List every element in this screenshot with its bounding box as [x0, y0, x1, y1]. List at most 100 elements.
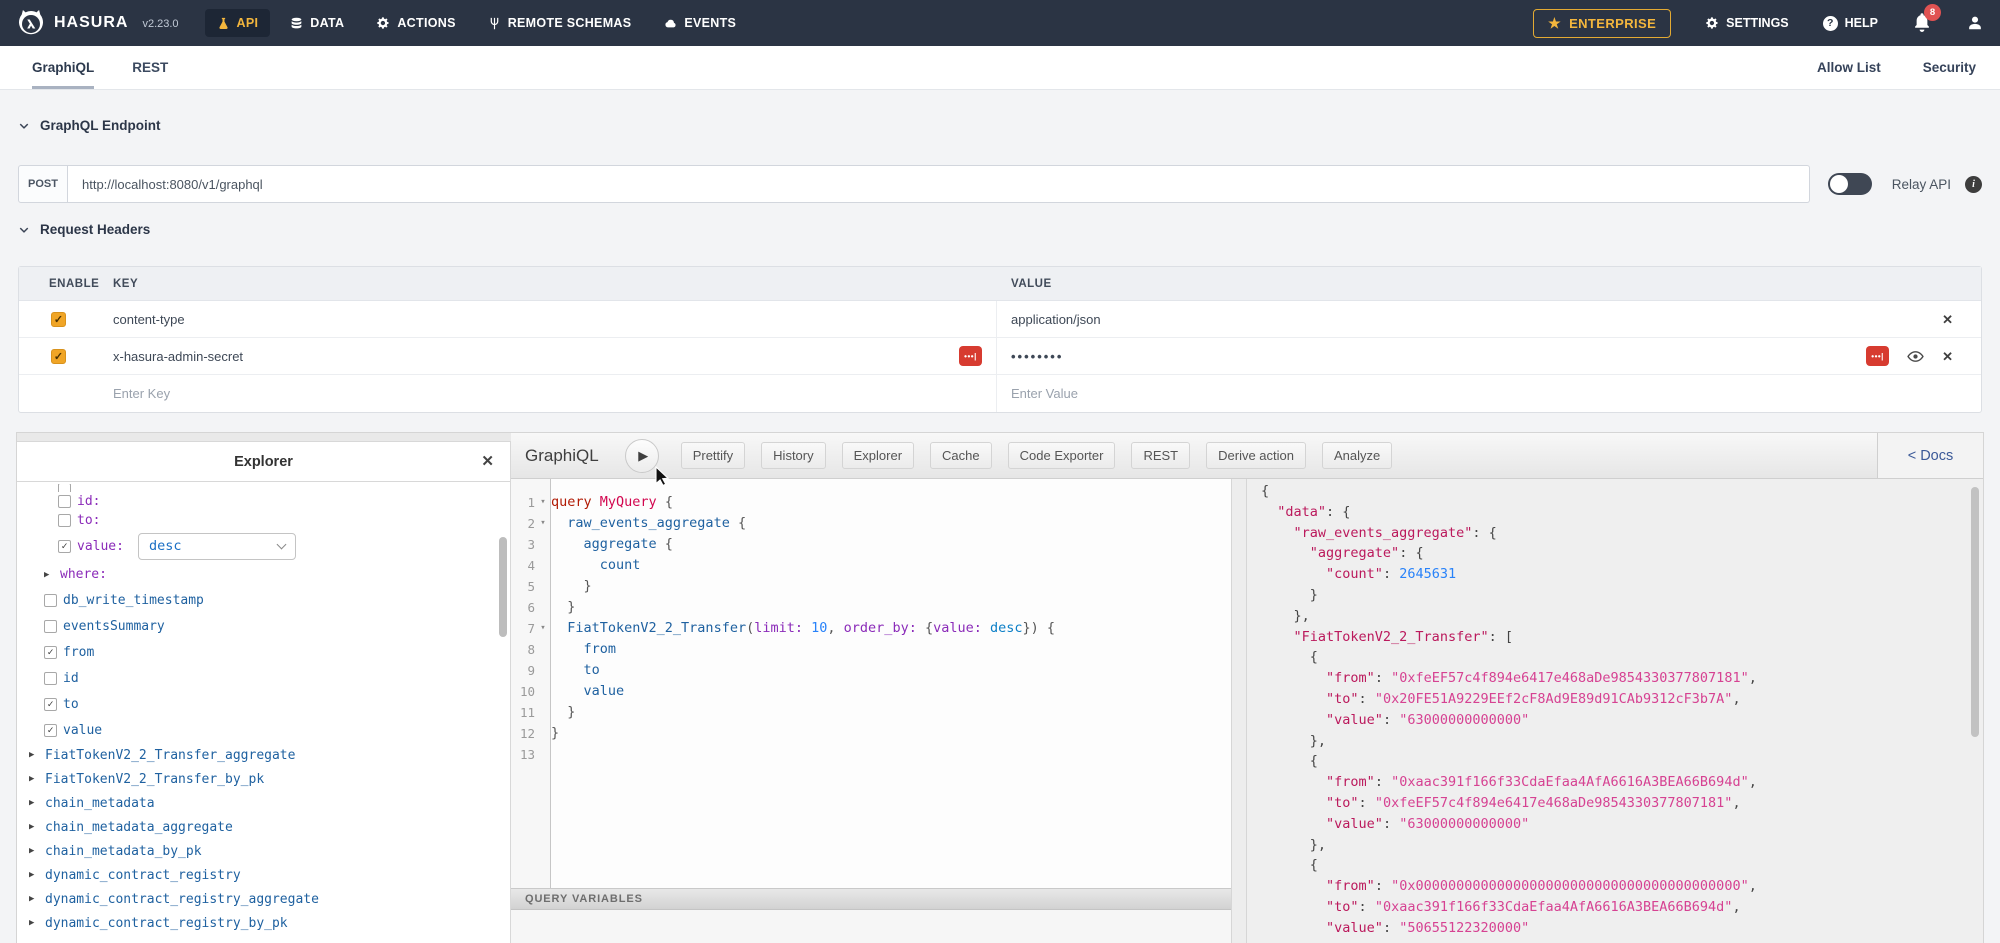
- link-security[interactable]: Security: [1923, 60, 1976, 75]
- cache-button[interactable]: Cache: [930, 442, 992, 469]
- new-value-input[interactable]: [1011, 386, 1593, 401]
- docs-button[interactable]: < Docs: [1877, 433, 1983, 478]
- password-manager-icon[interactable]: •••|: [959, 346, 982, 366]
- settings-button[interactable]: SETTINGS: [1705, 16, 1789, 30]
- explorer-tree-item[interactable]: ✓value: [17, 717, 510, 743]
- explorer-scrollbar[interactable]: [499, 537, 507, 637]
- explorer-tree-item[interactable]: ✓value:desc: [17, 530, 510, 562]
- line-number: 8: [511, 639, 535, 660]
- relay-api-toggle[interactable]: [1828, 173, 1872, 195]
- explorer-tree-item[interactable]: ▶chain_metadata: [17, 791, 510, 815]
- explorer-tree-item[interactable]: ▶dynamic_contract_registry_by_pk: [17, 911, 510, 935]
- password-manager-icon[interactable]: •••|: [959, 346, 996, 366]
- remove-header-icon[interactable]: ✕: [1942, 350, 1953, 363]
- rest-button[interactable]: REST: [1131, 442, 1190, 469]
- field-checkbox[interactable]: [58, 495, 71, 508]
- execute-query-button[interactable]: ▶: [625, 439, 659, 473]
- expand-arrow-icon: ▶: [29, 750, 39, 760]
- query-editor[interactable]: 1▾query MyQuery {2▾ raw_events_aggregate…: [511, 479, 1231, 943]
- field-checkbox[interactable]: [44, 594, 57, 607]
- fold-marker-icon[interactable]: ▾: [535, 513, 551, 534]
- enable-checkbox[interactable]: ✓: [51, 312, 66, 327]
- line-number: 11: [511, 702, 535, 723]
- password-manager-icon[interactable]: •••|: [1866, 346, 1889, 366]
- enterprise-button[interactable]: ★ ENTERPRISE: [1533, 9, 1671, 38]
- response-line: {: [1261, 481, 1983, 502]
- query-variables-bar[interactable]: QUERY VARIABLES: [511, 888, 1231, 910]
- header-value-text[interactable]: application/json: [1011, 312, 1101, 327]
- value-cell: application/json ✕: [997, 301, 1981, 337]
- explorer-tree-item[interactable]: db_write_timestamp: [17, 587, 510, 613]
- request-headers-section-header[interactable]: Request Headers: [18, 222, 150, 237]
- explorer-tree-item[interactable]: id:: [17, 492, 510, 511]
- enable-checkbox[interactable]: ✓: [51, 349, 66, 364]
- field-checkbox[interactable]: ✓: [58, 540, 71, 553]
- field-checkbox[interactable]: ✓: [44, 698, 57, 711]
- endpoint-section-header[interactable]: GraphQL Endpoint: [18, 118, 161, 133]
- explorer-tree-item[interactable]: ▶dynamic_contract_registry_aggregate: [17, 887, 510, 911]
- info-icon[interactable]: i: [1965, 176, 1982, 193]
- url-input[interactable]: [68, 165, 1810, 203]
- help-button[interactable]: ? HELP: [1823, 16, 1878, 31]
- link-allow-list[interactable]: Allow List: [1817, 60, 1881, 75]
- nav-item-api[interactable]: API: [205, 9, 271, 37]
- explorer-tree-item[interactable]: eventsSummary: [17, 613, 510, 639]
- prettify-button[interactable]: Prettify: [681, 442, 745, 469]
- explorer-tree-item[interactable]: ▶FiatTokenV2_2_Transfer_by_pk: [17, 767, 510, 791]
- order-direction-select[interactable]: desc: [138, 533, 296, 560]
- schema-icon: [488, 17, 501, 30]
- fold-marker-icon: [535, 681, 551, 702]
- field-checkbox[interactable]: [44, 620, 57, 633]
- explorer-tree-item[interactable]: ▶chain_metadata_by_pk: [17, 839, 510, 863]
- analyze-button[interactable]: Analyze: [1322, 442, 1392, 469]
- fold-marker-icon: [535, 534, 551, 555]
- explorer-tree-item[interactable]: ▶chain_metadata_aggregate: [17, 815, 510, 839]
- explorer-tree-item[interactable]: id: [17, 665, 510, 691]
- new-key-input[interactable]: [113, 386, 643, 401]
- tree-item-label: dynamic_contract_registry_by_pk: [45, 916, 288, 931]
- line-number: 5: [511, 576, 535, 597]
- explorer-tree-item[interactable]: ▶where:: [17, 562, 510, 587]
- nav-item-events[interactable]: EVENTS: [651, 9, 748, 37]
- explorer-tree-item[interactable]: ✓to: [17, 691, 510, 717]
- derive-action-button[interactable]: Derive action: [1206, 442, 1306, 469]
- header-value-text[interactable]: ••••••••: [1011, 349, 1063, 364]
- explorer-tree-item[interactable]: ▶dynamic_contract_registry: [17, 863, 510, 887]
- explorer-tree-item[interactable]: ✓from: [17, 639, 510, 665]
- fold-marker-icon[interactable]: ▾: [535, 618, 551, 639]
- header-key-text[interactable]: content-type: [113, 312, 185, 327]
- brand[interactable]: HASURA v2.23.0: [16, 8, 179, 38]
- explorer-title: Explorer: [234, 454, 293, 470]
- tab-rest[interactable]: REST: [132, 46, 168, 89]
- field-checkbox[interactable]: [58, 484, 71, 492]
- query-variables-editor[interactable]: [511, 910, 1231, 943]
- user-menu-button[interactable]: [1966, 14, 1984, 32]
- response-line: },: [1261, 835, 1983, 856]
- tree-item-label: chain_metadata_by_pk: [45, 844, 202, 859]
- editor-code: }: [551, 597, 575, 618]
- nav-item-actions[interactable]: ACTIONS: [364, 9, 467, 37]
- reveal-eye-icon[interactable]: [1907, 350, 1924, 363]
- explorer-tree-item[interactable]: ▶FiatTokenV2_2_Transfer_aggregate: [17, 743, 510, 767]
- history-button[interactable]: History: [761, 442, 825, 469]
- explorer-tree-item[interactable]: to:: [17, 511, 510, 530]
- value-cell: •••••••• •••| ✕: [997, 338, 1981, 374]
- nav-item-remote-schemas[interactable]: REMOTE SCHEMAS: [476, 9, 644, 37]
- field-checkbox[interactable]: ✓: [44, 724, 57, 737]
- field-checkbox[interactable]: [44, 672, 57, 685]
- field-checkbox[interactable]: ✓: [44, 646, 57, 659]
- fold-marker-icon[interactable]: ▾: [535, 492, 551, 513]
- response-viewer: { "data": { "raw_events_aggregate": { "a…: [1247, 479, 1983, 943]
- editor-code: }: [551, 723, 559, 744]
- notifications-button[interactable]: 8: [1912, 13, 1932, 33]
- editor-result-splitter[interactable]: [1231, 479, 1247, 943]
- remove-header-icon[interactable]: ✕: [1942, 313, 1953, 326]
- close-icon[interactable]: ✕: [481, 452, 494, 470]
- explorer-button[interactable]: Explorer: [842, 442, 914, 469]
- field-checkbox[interactable]: [58, 514, 71, 527]
- result-scrollbar[interactable]: [1971, 487, 1979, 737]
- code-exporter-button[interactable]: Code Exporter: [1008, 442, 1116, 469]
- tab-graphiql[interactable]: GraphiQL: [32, 46, 94, 89]
- header-key-text[interactable]: x-hasura-admin-secret: [113, 349, 243, 364]
- nav-item-data[interactable]: DATA: [278, 9, 356, 37]
